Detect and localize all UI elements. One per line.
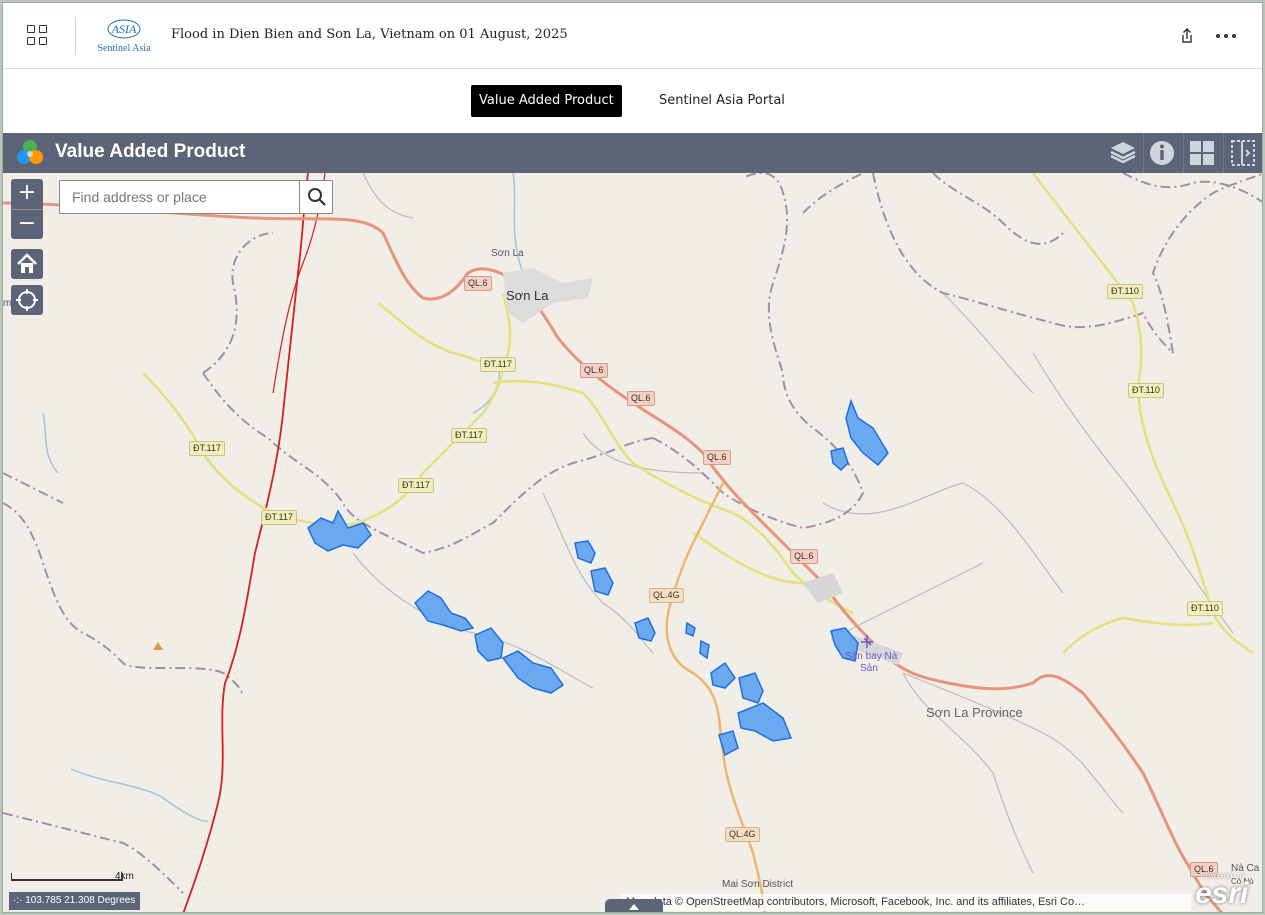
app-cube-icon bbox=[15, 138, 45, 168]
basemap bbox=[3, 173, 1262, 912]
map-widget-title: Value Added Product bbox=[55, 141, 246, 162]
logo-text: Sentinel Asia bbox=[97, 43, 151, 54]
esri-logo: POWERED BY esri bbox=[1193, 871, 1257, 911]
road-shield: QL.6 bbox=[464, 276, 492, 291]
label-province: Sơn La Province bbox=[926, 705, 1023, 720]
road-shield: QL.4G bbox=[649, 588, 684, 603]
coordinate-readout[interactable]: ·:· 103.785 21.308 Degrees bbox=[9, 892, 141, 910]
road-shield: ĐT.110 bbox=[1128, 383, 1164, 398]
tab-value-added-product[interactable]: Value Added Product bbox=[471, 85, 622, 117]
info-icon[interactable] bbox=[1145, 137, 1179, 169]
search-icon bbox=[308, 188, 326, 206]
chevron-up-icon bbox=[629, 904, 639, 910]
road-shield: ĐT.110 bbox=[1107, 284, 1143, 299]
home-icon bbox=[17, 253, 37, 273]
scale-label: 4km bbox=[115, 871, 134, 882]
flood-extent-layer bbox=[307, 398, 889, 757]
road-shield: QL.6 bbox=[790, 549, 818, 564]
basemap-gallery-icon[interactable] bbox=[1185, 137, 1219, 169]
crosshair-icon: ·:· bbox=[13, 895, 23, 906]
road-shield: QL.6 bbox=[627, 391, 655, 406]
panel-toggle-icon[interactable] bbox=[1225, 137, 1259, 169]
layers-icon[interactable] bbox=[1106, 137, 1140, 169]
search-box bbox=[59, 180, 333, 214]
map-view[interactable]: Sơn La Sơn La Sơn La Province Mai Sơn Di… bbox=[3, 173, 1262, 912]
locate-button[interactable] bbox=[11, 285, 43, 315]
header-divider bbox=[75, 17, 76, 55]
road-shield: ĐT.117 bbox=[480, 357, 516, 372]
app-frame: ASIA Sentinel Asia Flood in Dien Bien an… bbox=[2, 2, 1263, 913]
road-shield: ĐT.117 bbox=[261, 510, 297, 525]
road-shield: ĐT.117 bbox=[189, 441, 225, 456]
tab-sentinel-asia-portal[interactable]: Sentinel Asia Portal bbox=[651, 85, 793, 117]
home-button[interactable] bbox=[11, 249, 43, 279]
app-header: ASIA Sentinel Asia Flood in Dien Bien an… bbox=[3, 3, 1262, 69]
search-input[interactable] bbox=[60, 181, 300, 213]
scale-bar bbox=[11, 873, 123, 881]
map-widget-header: Value Added Product bbox=[3, 133, 1262, 173]
zoom-in-button[interactable]: + bbox=[11, 179, 43, 209]
more-options-icon[interactable] bbox=[1215, 27, 1237, 45]
label-son-la-city: Sơn La bbox=[506, 288, 549, 303]
zoom-out-button[interactable]: − bbox=[11, 209, 43, 239]
road-shield: ĐT.117 bbox=[398, 478, 434, 493]
esri-wordmark: esri bbox=[1195, 877, 1249, 910]
zoom-control: + − bbox=[11, 179, 43, 239]
road-shield: ĐT.110 bbox=[1187, 601, 1223, 616]
share-icon[interactable] bbox=[1178, 27, 1196, 45]
label-airport-2: Sản bbox=[860, 663, 878, 674]
expand-panel-button[interactable] bbox=[605, 899, 663, 912]
tab-bar: Value Added Product Sentinel Asia Portal bbox=[3, 69, 1262, 133]
locate-icon bbox=[16, 289, 38, 311]
app-launcher-icon[interactable] bbox=[27, 25, 49, 47]
search-button[interactable] bbox=[299, 181, 332, 213]
label-district: Mai Sơn District bbox=[722, 879, 794, 890]
coordinate-value: 103.785 21.308 Degrees bbox=[25, 895, 136, 906]
road-shield: QL.6 bbox=[703, 450, 731, 465]
logo-mark: ASIA bbox=[111, 22, 137, 36]
sentinel-asia-logo: ASIA Sentinel Asia bbox=[93, 17, 155, 57]
road-shield: ĐT.117 bbox=[451, 428, 487, 443]
page-title: Flood in Dien Bien and Son La, Vietnam o… bbox=[171, 27, 568, 42]
road-shield: QL.4G bbox=[725, 827, 760, 842]
map-attribution[interactable]: Map data © OpenStreetMap contributors, M… bbox=[621, 894, 1191, 911]
label-airport-1: Sân bay Nà bbox=[845, 651, 898, 662]
label-son-la-small: Sơn La bbox=[491, 248, 524, 259]
road-shield: QL.6 bbox=[580, 363, 608, 378]
